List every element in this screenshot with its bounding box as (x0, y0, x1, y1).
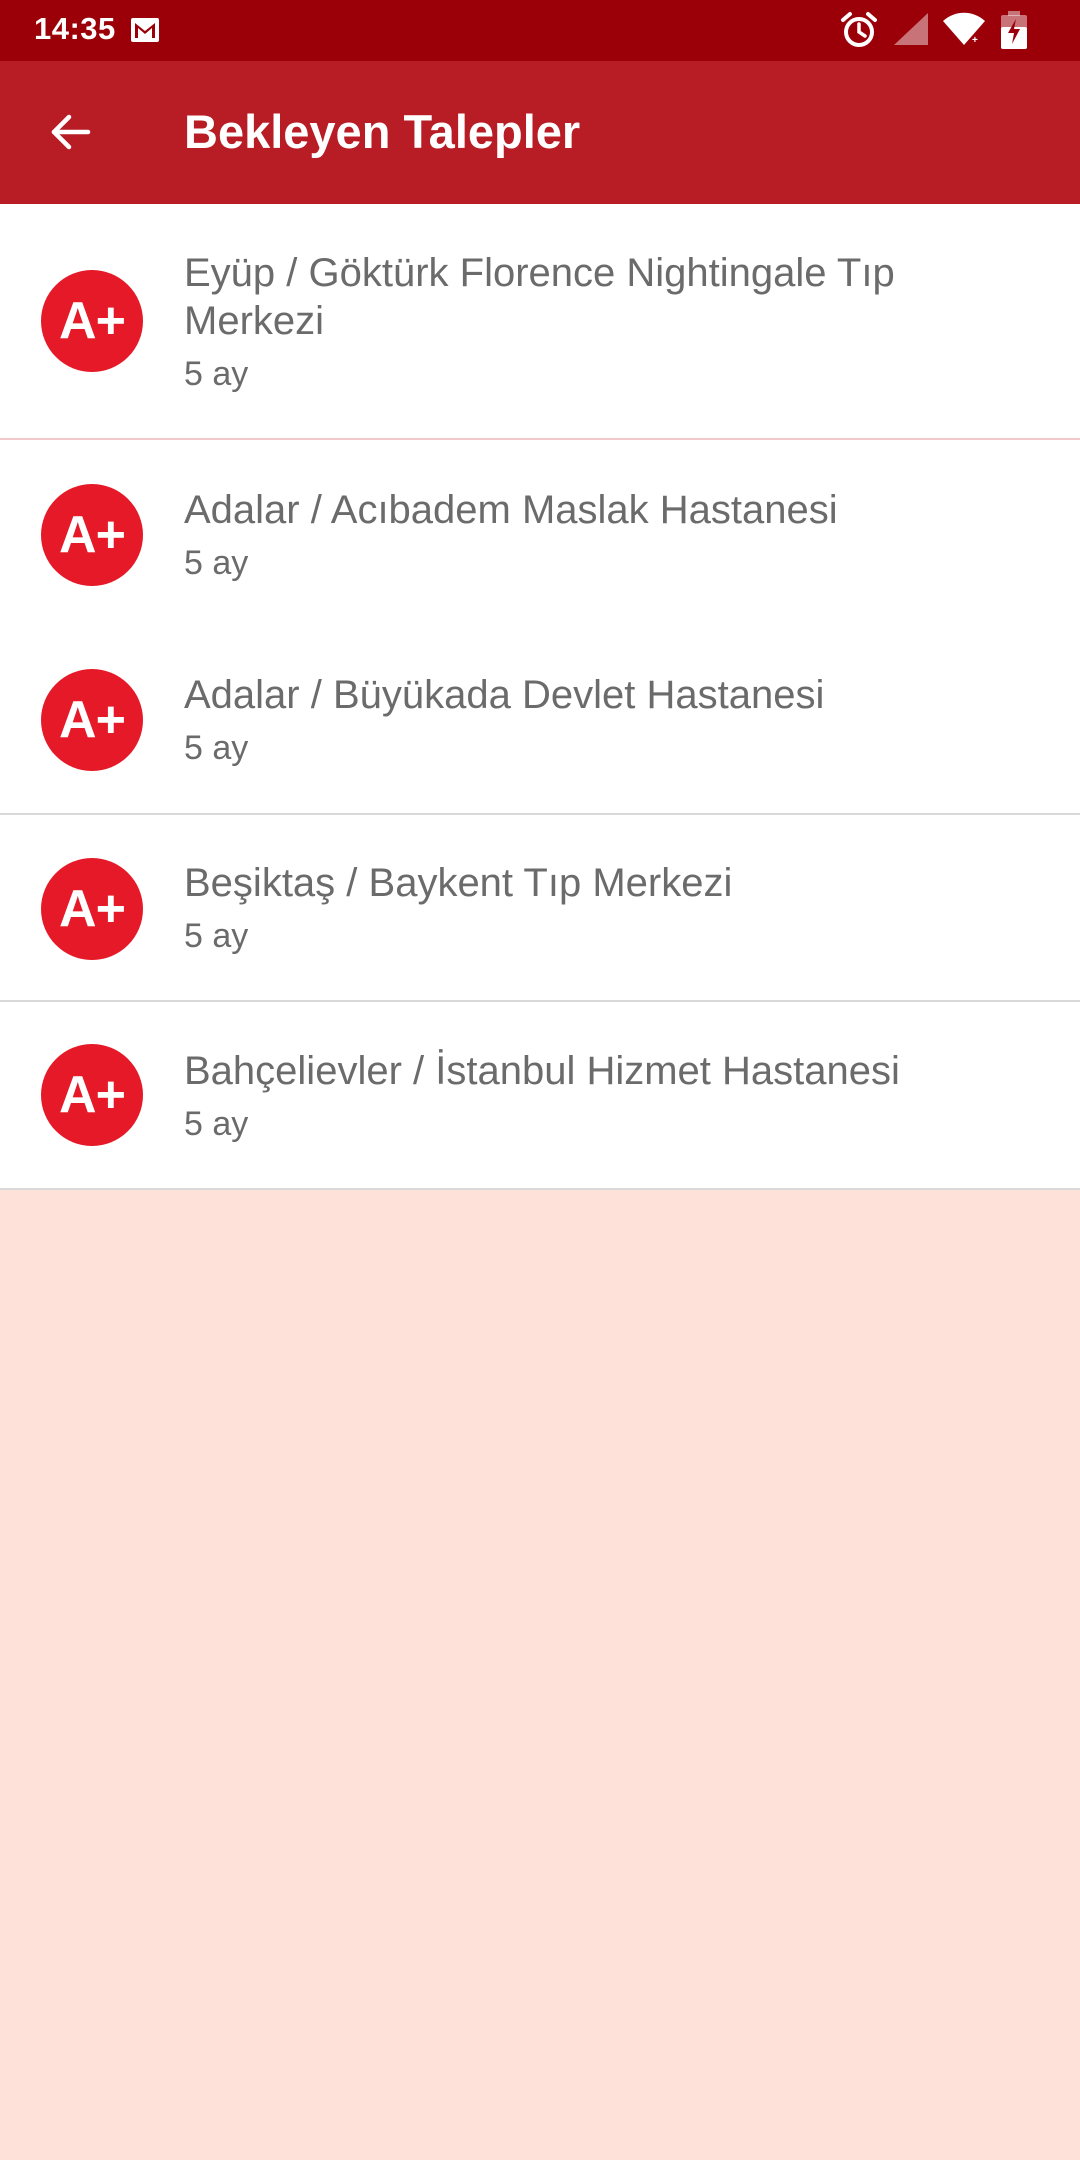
request-item[interactable]: A+ Eyüp / Göktürk Florence Nightingale T… (0, 204, 1080, 440)
request-item[interactable]: A+ Adalar / Büyükada Devlet Hastanesi 5 … (0, 627, 1080, 815)
blood-type-badge: A+ (41, 484, 143, 586)
svg-text:+: + (972, 35, 978, 46)
request-item[interactable]: A+ Beşiktaş / Baykent Tıp Merkezi 5 ay (0, 815, 1080, 1002)
signal-icon (894, 13, 928, 45)
request-title: Adalar / Acıbadem Maslak Hastanesi (184, 488, 838, 532)
status-time: 14:35 (34, 11, 116, 46)
request-title: Eyüp / Göktürk Florence Nightingale Tıp … (184, 251, 895, 343)
arrow-left-icon (51, 114, 91, 150)
blood-type-badge: A+ (41, 1044, 143, 1146)
request-title: Adalar / Büyükada Devlet Hastanesi (184, 673, 825, 717)
request-time: 5 ay (184, 729, 249, 767)
wifi-icon: + (943, 12, 985, 46)
request-list: A+ Eyüp / Göktürk Florence Nightingale T… (0, 204, 1080, 1190)
request-time: 5 ay (184, 917, 249, 955)
gmail-icon (131, 18, 159, 42)
app-bar: Bekleyen Talepler (0, 61, 1080, 204)
request-time: 5 ay (184, 1105, 249, 1143)
alarm-icon (841, 12, 877, 47)
request-title: Bahçelievler / İstanbul Hizmet Hastanesi (184, 1049, 900, 1093)
request-time: 5 ay (184, 544, 249, 582)
blood-type-badge: A+ (41, 669, 143, 771)
blood-type-badge: A+ (41, 858, 143, 960)
blood-type-badge: A+ (41, 270, 143, 372)
battery-charging-icon (1001, 11, 1027, 49)
back-button[interactable] (30, 92, 110, 172)
request-title: Beşiktaş / Baykent Tıp Merkezi (184, 861, 733, 905)
request-time: 5 ay (184, 355, 249, 393)
page-title: Bekleyen Talepler (184, 105, 581, 158)
request-item[interactable]: A+ Bahçelievler / İstanbul Hizmet Hastan… (0, 1002, 1080, 1190)
status-bar: 14:35 + (0, 0, 1080, 61)
request-item[interactable]: A+ Adalar / Acıbadem Maslak Hastanesi 5 … (0, 440, 1080, 627)
